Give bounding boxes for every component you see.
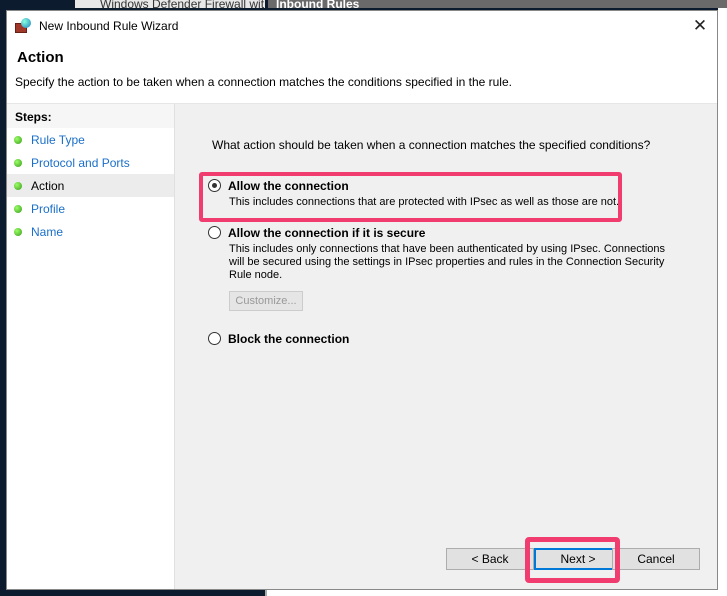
highlight-box — [199, 172, 622, 222]
step-name[interactable]: Name — [7, 220, 174, 243]
steps-heading: Steps: — [7, 104, 174, 128]
step-action: Action — [7, 174, 174, 197]
radio-block[interactable] — [208, 332, 221, 346]
main-panel: What action should be taken when a conne… — [175, 104, 717, 589]
cancel-button[interactable]: Cancel — [612, 548, 700, 570]
step-protocol-and-ports[interactable]: Protocol and Ports — [7, 151, 174, 174]
background-inbound-rules-tab: Inbound Rules — [268, 0, 727, 8]
option-allow-secure-desc: This includes only connections that have… — [229, 242, 665, 281]
title-bar: New Inbound Rule Wizard ✕ — [7, 11, 717, 41]
step-profile[interactable]: Profile — [7, 197, 174, 220]
close-icon[interactable]: ✕ — [689, 17, 711, 35]
status-dot-icon — [14, 158, 22, 167]
status-dot-icon — [14, 227, 22, 236]
radio-allow-secure[interactable] — [208, 226, 221, 240]
customize-button[interactable]: Customize... — [229, 290, 303, 311]
wizard-dialog: New Inbound Rule Wizard ✕ Action Specify… — [6, 10, 718, 590]
background-window — [718, 8, 727, 596]
option-block[interactable]: Block the connection — [208, 331, 349, 346]
page-title: Action — [17, 49, 64, 66]
page-subtitle: Specify the action to be taken when a co… — [15, 75, 512, 89]
window-title: New Inbound Rule Wizard — [39, 19, 179, 33]
steps-panel: Steps: Rule Type Protocol and Ports Acti… — [7, 104, 175, 589]
question-text: What action should be taken when a conne… — [212, 138, 651, 152]
highlight-box — [525, 537, 620, 583]
back-button[interactable]: < Back — [446, 548, 534, 570]
option-allow-secure[interactable]: Allow the connection if it is secure Thi… — [208, 225, 669, 311]
background-window-list — [265, 589, 727, 596]
step-rule-type[interactable]: Rule Type — [7, 128, 174, 151]
status-dot-icon — [14, 181, 22, 190]
firewall-icon — [15, 18, 31, 34]
background-window-tab: Windows Defender Firewall wit — [75, 0, 265, 8]
status-dot-icon — [14, 135, 22, 144]
status-dot-icon — [14, 204, 22, 213]
